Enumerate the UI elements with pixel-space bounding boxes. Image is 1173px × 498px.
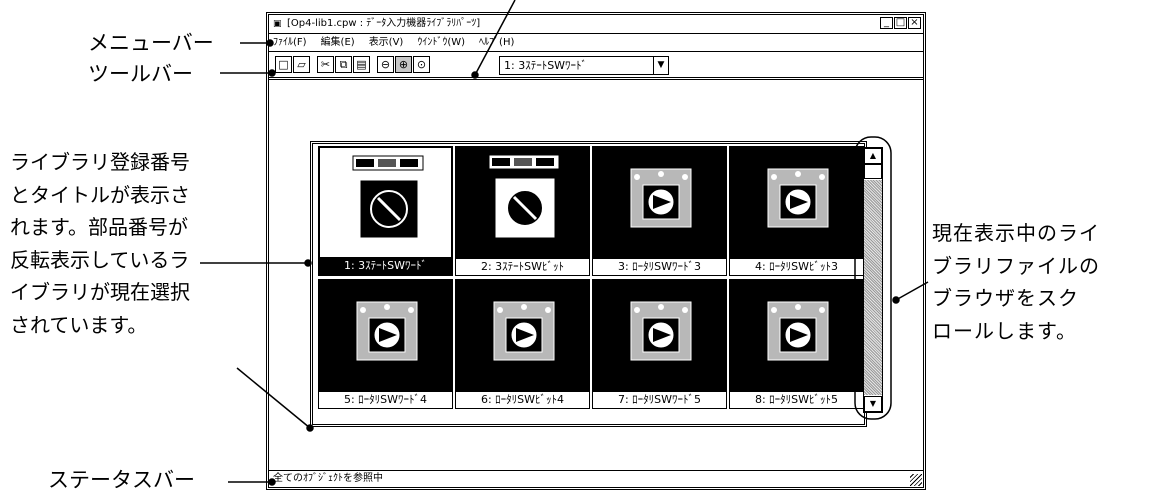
callout-lines <box>200 0 929 486</box>
